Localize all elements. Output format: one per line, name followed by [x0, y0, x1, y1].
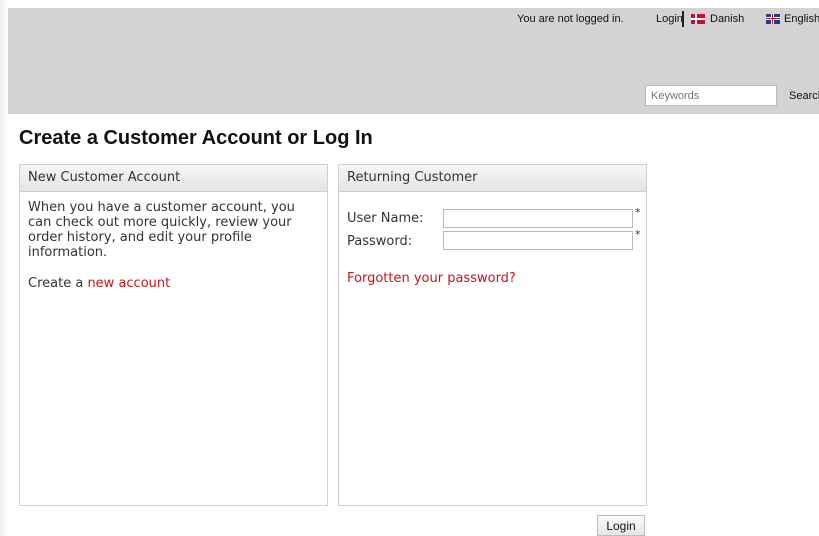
- search-button[interactable]: Search: [789, 90, 819, 102]
- new-customer-heading: New Customer Account: [20, 165, 327, 192]
- page-title: Create a Customer Account or Log In: [19, 127, 373, 149]
- top-strip: [8, 0, 819, 8]
- new-customer-panel: New Customer Account When you have a cus…: [19, 164, 328, 506]
- returning-customer-panel: Returning Customer User Name: * Password…: [338, 164, 647, 506]
- password-required-marker: *: [635, 228, 641, 241]
- username-label: User Name:: [347, 211, 424, 226]
- returning-customer-heading: Returning Customer: [339, 165, 646, 192]
- password-input[interactable]: [443, 231, 633, 250]
- login-button[interactable]: Login: [597, 515, 645, 536]
- login-status-text: You are not logged in.: [517, 13, 624, 25]
- search-input[interactable]: [645, 85, 777, 106]
- header-login-link[interactable]: Login: [656, 13, 683, 25]
- new-customer-intro: When you have a customer account, you ca…: [28, 200, 295, 260]
- create-account-line: Create a new account: [28, 276, 319, 291]
- divider: [682, 11, 684, 27]
- create-account-prefix: Create a: [28, 276, 88, 291]
- username-required-marker: *: [635, 206, 641, 219]
- page-shadow: [0, 0, 8, 536]
- english-flag-icon[interactable]: [766, 14, 780, 24]
- password-label: Password:: [347, 234, 413, 249]
- forgot-password-link[interactable]: Forgotten your password?: [347, 271, 516, 286]
- danish-flag-icon[interactable]: [691, 14, 705, 24]
- new-account-link[interactable]: new account: [87, 276, 170, 291]
- username-input[interactable]: [443, 209, 633, 228]
- language-english-link[interactable]: English: [784, 13, 819, 25]
- site-header: You are not logged in. Login Danish Engl…: [8, 8, 819, 114]
- language-danish-link[interactable]: Danish: [710, 13, 744, 25]
